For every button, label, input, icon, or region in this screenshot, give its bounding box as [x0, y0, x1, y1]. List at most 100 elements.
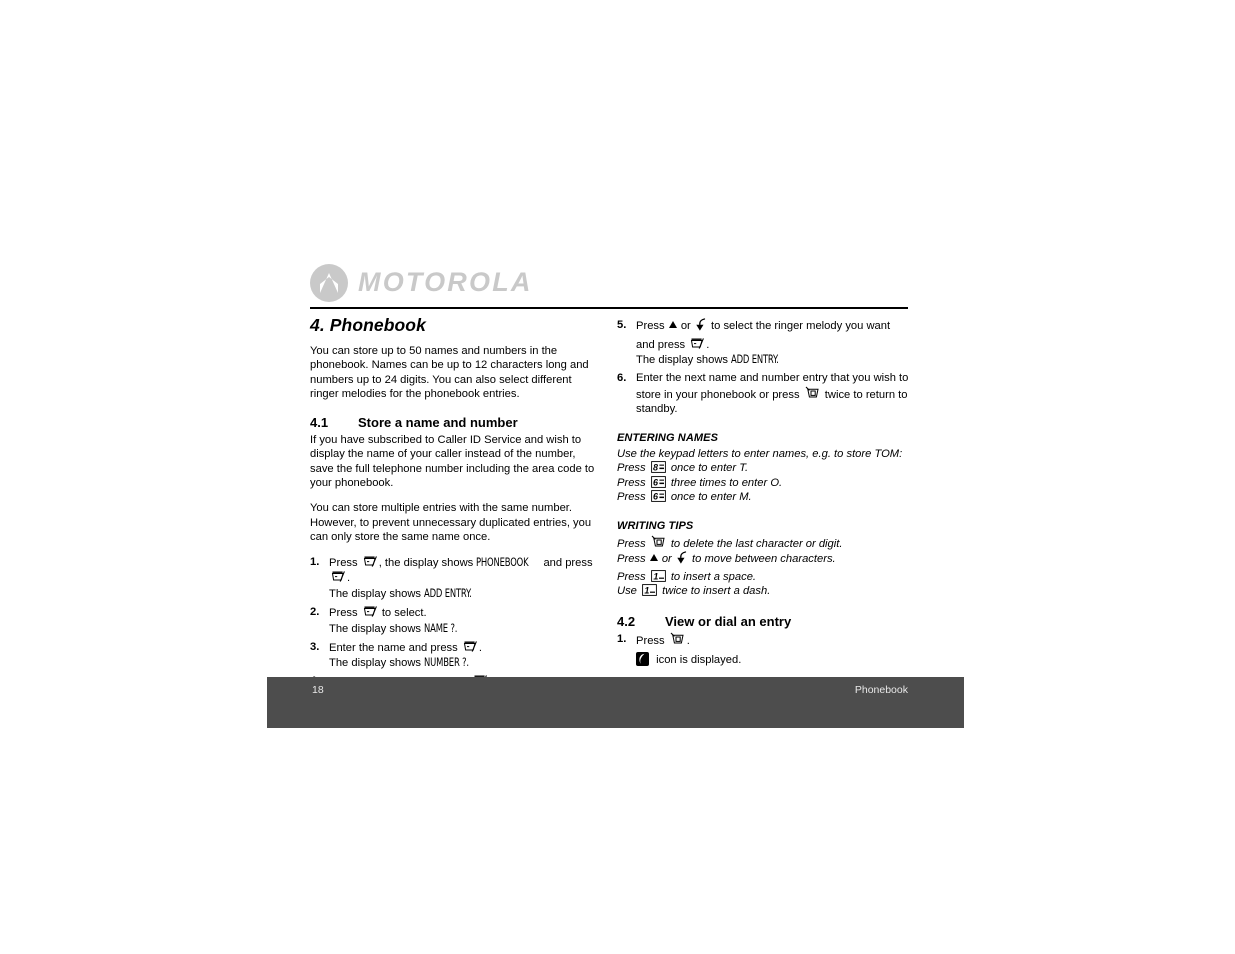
line-text: Press [617, 537, 646, 550]
step-number: 5. [617, 319, 627, 331]
step-subtext: The display shows [329, 622, 422, 635]
svg-text:1: 1 [653, 571, 658, 581]
line-text: Use [617, 585, 637, 598]
softkey-menu-icon [363, 605, 377, 618]
softkey-menu-icon [363, 555, 377, 568]
writing-tips-line: Use 1 twice to insert a dash. [617, 584, 909, 599]
down-scroll-key-icon [676, 551, 688, 570]
section-number: 4.2 [617, 614, 636, 629]
line-text: once to enter T. [670, 462, 749, 475]
list-item: 1. Press . icon is displayed. [617, 632, 909, 668]
entering-names-line: Press 6 three times to enter O. [617, 475, 909, 491]
step-subline: The display shows NUMBER ?. [329, 655, 602, 671]
softkey-menu-icon [690, 337, 705, 350]
writing-tips-heading: WRITING TIPS [617, 520, 694, 533]
list-item: 1. Press , the display shows PHONEBOOK a… [310, 555, 602, 602]
step-text: or [680, 320, 691, 332]
step-content: Enter the name and press . The display s… [329, 640, 602, 671]
step-subline: The display shows ADD ENTRY. [636, 352, 909, 368]
step-subline: The display shows ADD ENTRY. [329, 586, 602, 602]
keypad-1-icon: 1 [642, 584, 657, 597]
step-content: Press . icon is displayed. [636, 632, 909, 668]
right-column: 5. Press or to select the ringer melody … [617, 318, 909, 671]
writing-tips-line: Press 1 to insert a space. [617, 569, 909, 585]
footer-chapter-title: Phonebook [854, 684, 908, 696]
section-heading-4-1: 4.1 Store a name and number [310, 414, 602, 431]
step-number: 1. [310, 555, 320, 568]
display-text: ADD ENTRY. [731, 352, 779, 367]
display-text: PHONEBOOK [476, 554, 529, 569]
entering-names-heading: ENTERING NAMES [617, 432, 719, 445]
document-page: MOTOROLA 4. Phonebook You can store up t… [0, 0, 1235, 954]
keypad-6-icon: 6 [650, 490, 666, 503]
line-text: Press [617, 553, 646, 566]
step-number: 1. [617, 632, 627, 645]
keypad-8-icon: 8 [650, 461, 666, 474]
list-item: 2. Press to select. The display shows NA… [310, 605, 602, 636]
step-subtext: The display shows [329, 657, 422, 670]
step-text: to select. [381, 607, 427, 619]
up-arrow-icon [668, 321, 677, 328]
writing-tips-block: WRITING TIPS Press to delete the last ch… [617, 519, 909, 599]
footer-page-number: 18 [312, 684, 324, 696]
line-text: Press [617, 476, 646, 489]
left-column: 4. Phonebook You can store up to 50 name… [310, 315, 602, 709]
section-title: Store a name and number [358, 414, 518, 430]
steps-list-4-2: 1. Press . icon is displayed. [617, 632, 909, 668]
line-text: to move between characters. [692, 553, 836, 566]
step-number: 6. [617, 372, 627, 385]
paragraph-1: If you have subscribed to Caller ID Serv… [310, 433, 595, 490]
steps-list-right: 5. Press or to select the ringer melody … [617, 318, 909, 417]
step-text: Press [636, 634, 665, 647]
entering-names-line: Press 6 once to enter M. [617, 490, 909, 505]
keypad-6-icon: 6 [650, 475, 666, 488]
clear-key-icon [670, 632, 685, 646]
list-item: 5. Press or to select the ringer melody … [617, 318, 909, 368]
up-arrow-icon [649, 554, 658, 562]
step-subline: icon is displayed. [636, 652, 909, 668]
step-text: and press [543, 556, 593, 569]
step-text: Press [329, 607, 358, 619]
line-text: Press [617, 462, 646, 475]
clear-key-icon [651, 535, 666, 549]
line-text: three times to enter O. [670, 476, 783, 489]
intro-paragraph: You can store up to 50 names and numbers… [310, 344, 589, 401]
step-subtext: The display shows [329, 587, 422, 600]
step-text: . [706, 338, 710, 351]
list-item: 6. Enter the next name and number entry … [617, 371, 909, 417]
line-text: or [661, 553, 672, 566]
line-text: once to enter M. [670, 491, 752, 504]
entering-names-block: ENTERING NAMES Use the keypad letters to… [617, 431, 909, 505]
step-number: 2. [310, 606, 320, 618]
list-item: 3. Enter the name and press . The displa… [310, 640, 602, 671]
entering-names-line: Press 8 once to enter T. [617, 461, 909, 476]
step-content: Press , the display shows PHONEBOOK and … [329, 555, 602, 602]
writing-tips-line: Press or to move between characters. [617, 551, 909, 570]
page-title: 4. Phonebook [310, 315, 426, 335]
display-text: ADD ENTRY. [424, 585, 472, 600]
display-text: NAME ?. [424, 620, 458, 635]
motorola-wordmark: MOTOROLA [358, 266, 533, 297]
motorola-batwing-icon [310, 264, 348, 302]
svg-text:8: 8 [653, 463, 658, 473]
step-text: . [686, 634, 690, 647]
clear-key-icon [805, 386, 820, 400]
step-content: Press to select. The display shows NAME … [329, 605, 602, 636]
page-footer: 18 Phonebook [267, 677, 964, 728]
line-text: to insert a space. [670, 570, 757, 583]
line-text: Press [617, 570, 646, 583]
line-text: to delete the last character or digit. [670, 537, 843, 550]
step-content: Enter the next name and number entry tha… [636, 371, 909, 417]
line-text: twice to insert a dash. [662, 585, 771, 598]
entering-names-intro: Use the keypad letters to enter names, e… [617, 447, 903, 460]
step-text: Press [636, 320, 665, 332]
step-number: 3. [310, 640, 320, 653]
softkey-menu-icon [331, 570, 345, 583]
softkey-menu-icon [463, 640, 477, 653]
header-divider [310, 307, 908, 309]
section-heading-4-2: 4.2 View or dial an entry [617, 614, 909, 630]
step-subline: The display shows NAME ?. [329, 621, 602, 637]
step-text: Enter the name and press [329, 641, 458, 654]
writing-tips-line: Press to delete the last character or di… [617, 535, 909, 552]
svg-text:1: 1 [644, 586, 649, 596]
